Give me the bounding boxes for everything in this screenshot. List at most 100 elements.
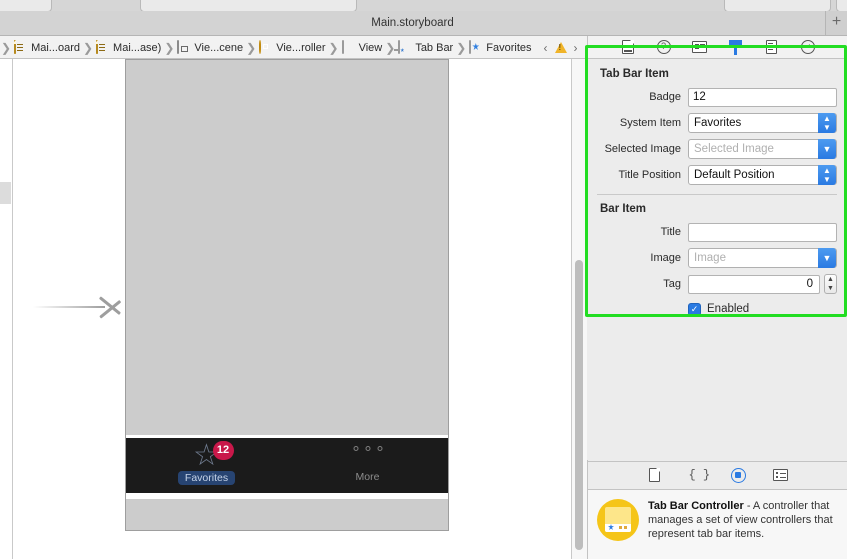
- breadcrumb-label: Favorites: [486, 41, 532, 54]
- add-editor-tab-button[interactable]: +: [826, 11, 847, 35]
- breadcrumb-separator: ❯: [385, 40, 396, 55]
- inspector-content: Tab Bar Item Badge 12 System Item Favori…: [587, 60, 847, 460]
- breadcrumb-label: Tab Bar: [415, 41, 454, 54]
- breadcrumb-item-6[interactable]: Favorites: [467, 36, 533, 58]
- field-label: Title Position: [618, 169, 681, 181]
- editor-left-rule: [12, 59, 13, 559]
- field-row-tag: Tag 0 ▲ ▼: [597, 273, 837, 295]
- system-item-value: Favorites: [694, 117, 742, 129]
- chevron-down-icon: ▼: [818, 139, 836, 159]
- issue-navigation-controls: ‹ ›: [540, 36, 582, 58]
- tab-bar-icon: [398, 40, 411, 54]
- tab-icon-wrap: ☆ 12: [126, 441, 287, 471]
- library-description-panel: Tab Bar Controller - A controller that m…: [587, 489, 847, 559]
- tab-bar-item-more[interactable]: More: [287, 438, 448, 493]
- breadcrumb-label: Vie...cene: [194, 41, 244, 54]
- title-position-value: Default Position: [694, 169, 775, 181]
- field-label: Title: [660, 226, 681, 238]
- breadcrumb-item-0[interactable]: Mai...oard: [12, 36, 82, 58]
- breadcrumb-item-1[interactable]: Mai...ase): [94, 36, 163, 58]
- media-library-icon[interactable]: [773, 468, 789, 484]
- selected-image-combo[interactable]: Selected Image ▼: [688, 139, 837, 159]
- field-row-badge: Badge 12: [597, 86, 837, 108]
- badge-value: 12: [212, 441, 234, 460]
- breadcrumb-item-3[interactable]: Vie...roller: [257, 36, 327, 58]
- document-icon: [96, 40, 109, 54]
- enabled-label: Enabled: [707, 303, 750, 315]
- section-bar-item: Bar Item Title Image Image ▼ Tag 0 ▲ ▼ ✓ …: [587, 195, 847, 319]
- xcode-window: Main.storyboard + ❯ Mai...oard ❯ Mai...a…: [0, 0, 847, 559]
- next-issue-button[interactable]: ›: [570, 41, 582, 55]
- storyboard-entry-arrow-shaft: [33, 306, 105, 308]
- image-combo[interactable]: Image ▼: [688, 248, 837, 268]
- breadcrumb-separator: ❯: [164, 40, 175, 55]
- title-position-popup[interactable]: Default Position ▲ ▼: [688, 165, 837, 185]
- storyboard-entry-arrow-head: [100, 287, 124, 327]
- badge-input[interactable]: 12: [688, 87, 837, 107]
- file-template-library-icon[interactable]: [647, 467, 663, 484]
- field-row-title-position: Title Position Default Position ▲ ▼: [597, 164, 837, 186]
- breadcrumb-separator: ❯: [328, 40, 339, 55]
- enabled-checkbox[interactable]: ✓: [688, 302, 701, 316]
- field-row-title: Title: [597, 221, 837, 243]
- quick-help-icon[interactable]: ?: [655, 39, 672, 55]
- breadcrumb-item-2[interactable]: Vie...cene: [175, 36, 245, 58]
- tab-label-wrap: Favorites: [126, 471, 287, 485]
- breadcrumb-label: Vie...roller: [276, 41, 326, 54]
- attributes-inspector-icon[interactable]: [727, 39, 744, 55]
- object-library-icon[interactable]: [731, 467, 747, 484]
- connections-inspector-icon[interactable]: [799, 39, 816, 55]
- section-title: Tab Bar Item: [600, 68, 669, 80]
- tab-bar-controller-icon: [597, 499, 639, 541]
- system-item-popup[interactable]: Favorites ▲ ▼: [688, 113, 837, 133]
- view-icon: [341, 40, 355, 54]
- editor-tab-main-storyboard[interactable]: Main.storyboard: [0, 11, 826, 35]
- document-icon: [14, 40, 27, 54]
- tab-bar-item-favorites[interactable]: ☆ 12 Favorites: [126, 438, 287, 493]
- chevron-updown-icon: ▲ ▼: [818, 113, 836, 133]
- canvas-vertical-scrollbar[interactable]: [575, 260, 583, 550]
- editor-tab-bar: Main.storyboard +: [0, 11, 847, 36]
- breadcrumb-separator: ❯: [246, 40, 257, 55]
- breadcrumb-item-5[interactable]: Tab Bar: [396, 36, 455, 58]
- star-icon: [469, 40, 482, 54]
- selected-image-placeholder: Selected Image: [694, 143, 774, 155]
- breadcrumb-label: Mai...oard: [31, 41, 80, 54]
- library-item-title: Tab Bar Controller: [648, 500, 744, 512]
- scene-content-area: [126, 60, 448, 435]
- breadcrumb: ❯ Mai...oard ❯ Mai...ase) ❯ Vie...cene ❯…: [0, 36, 582, 58]
- gutter-nub: [0, 182, 11, 204]
- tab-item-label: Favorites: [177, 471, 236, 485]
- file-inspector-icon[interactable]: [619, 39, 636, 55]
- chevron-updown-icon: ▲ ▼: [818, 165, 836, 185]
- field-label: Selected Image: [604, 143, 681, 155]
- title-input[interactable]: [688, 222, 837, 242]
- library-description-text: Tab Bar Controller - A controller that m…: [648, 499, 838, 559]
- tag-input[interactable]: 0: [688, 274, 820, 294]
- inspector-selector-bar: ?: [587, 36, 847, 59]
- scene-device-preview[interactable]: ☆ 12 Favorites More: [125, 59, 449, 531]
- view-controller-icon: [259, 40, 272, 54]
- field-label: Tag: [663, 278, 681, 290]
- tag-stepper[interactable]: ▲ ▼: [824, 274, 837, 294]
- size-inspector-icon[interactable]: [763, 39, 780, 55]
- section-title: Bar Item: [600, 203, 647, 215]
- code-snippet-library-icon[interactable]: { }: [689, 468, 711, 484]
- section-tab-bar-item: Tab Bar Item Badge 12 System Item Favori…: [587, 60, 847, 195]
- breadcrumb-separator: ❯: [1, 40, 12, 55]
- image-placeholder: Image: [694, 252, 726, 264]
- identity-inspector-icon[interactable]: [691, 40, 708, 55]
- field-row-selected-image: Selected Image Selected Image ▼: [597, 138, 837, 160]
- breadcrumb-label: View: [358, 41, 383, 54]
- breadcrumb-item-4[interactable]: View: [340, 36, 385, 58]
- warning-triangle-icon[interactable]: [554, 42, 567, 53]
- library-selector-bar: { }: [587, 461, 847, 489]
- chevron-down-icon: ▼: [818, 248, 836, 268]
- field-row-enabled[interactable]: ✓ Enabled: [597, 299, 837, 319]
- tab-bar-preview[interactable]: ☆ 12 Favorites More: [126, 438, 448, 493]
- previous-issue-button[interactable]: ‹: [540, 41, 552, 55]
- field-row-system-item: System Item Favorites ▲ ▼: [597, 112, 837, 134]
- field-label: Badge: [649, 91, 681, 103]
- breadcrumb-label: Mai...ase): [113, 41, 162, 54]
- scene-footer-area: [126, 499, 448, 530]
